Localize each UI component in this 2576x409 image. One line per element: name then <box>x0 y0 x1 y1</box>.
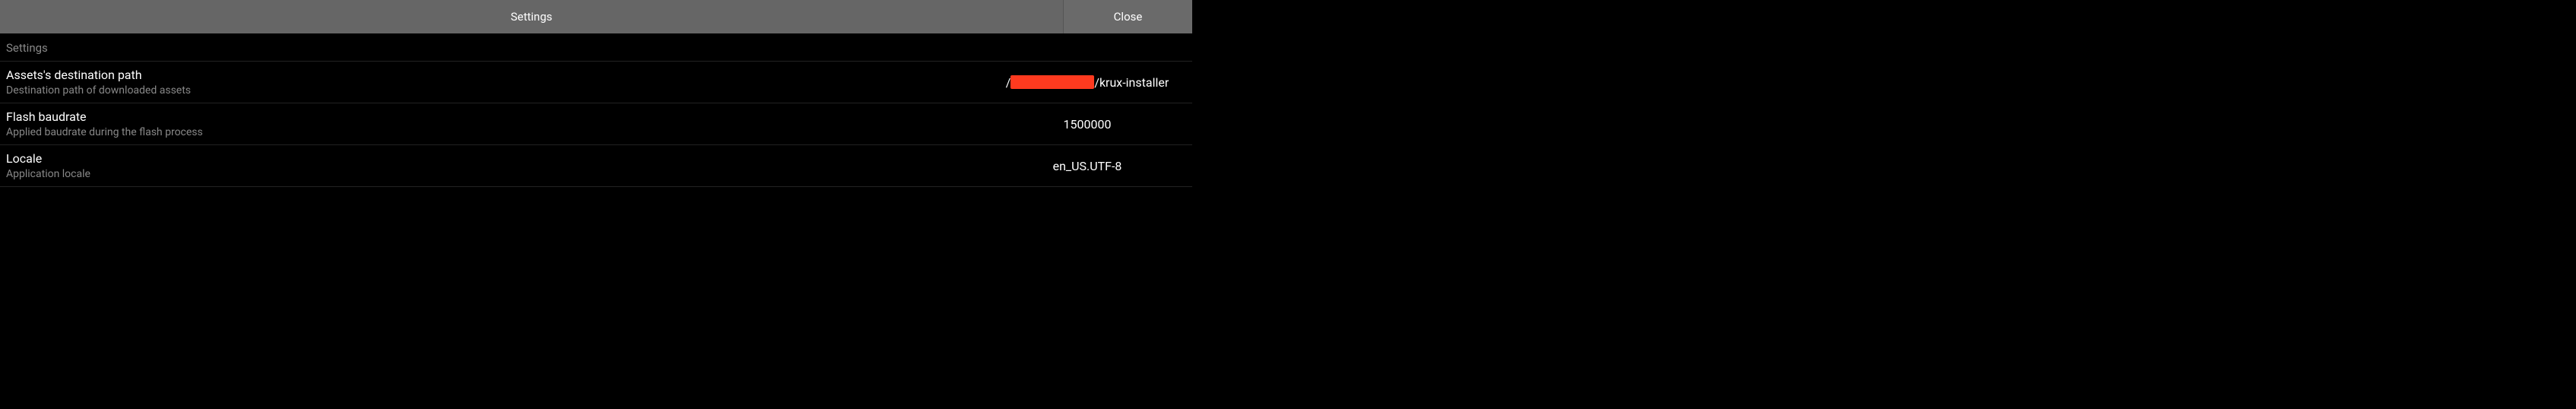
setting-description: Application locale <box>6 168 988 180</box>
setting-title: Locale <box>6 151 988 166</box>
setting-row-locale[interactable]: Locale Application locale en_US.UTF-8 <box>0 145 1192 187</box>
setting-info: Locale Application locale <box>6 151 988 180</box>
redacted-path-segment <box>1010 75 1094 89</box>
header-title: Settings <box>0 0 1063 33</box>
setting-row-destination-path[interactable]: Assets's destination path Destination pa… <box>0 62 1192 103</box>
setting-value: en_US.UTF-8 <box>988 159 1186 173</box>
setting-description: Destination path of downloaded assets <box>6 84 988 97</box>
setting-description: Applied baudrate during the flash proces… <box>6 126 988 138</box>
setting-title: Flash baudrate <box>6 109 988 124</box>
setting-info: Assets's destination path Destination pa… <box>6 68 988 97</box>
path-suffix: /krux-installer <box>1094 75 1169 90</box>
setting-value: 1500000 <box>988 117 1186 132</box>
close-button[interactable]: Close <box>1063 0 1192 33</box>
header-bar: Settings Close <box>0 0 1192 33</box>
path-prefix: / <box>1006 75 1011 90</box>
setting-info: Flash baudrate Applied baudrate during t… <box>6 109 988 138</box>
setting-value: / /krux-installer <box>988 75 1186 90</box>
setting-title: Assets's destination path <box>6 68 988 82</box>
setting-row-flash-baudrate[interactable]: Flash baudrate Applied baudrate during t… <box>0 103 1192 145</box>
section-header: Settings <box>0 33 1192 62</box>
